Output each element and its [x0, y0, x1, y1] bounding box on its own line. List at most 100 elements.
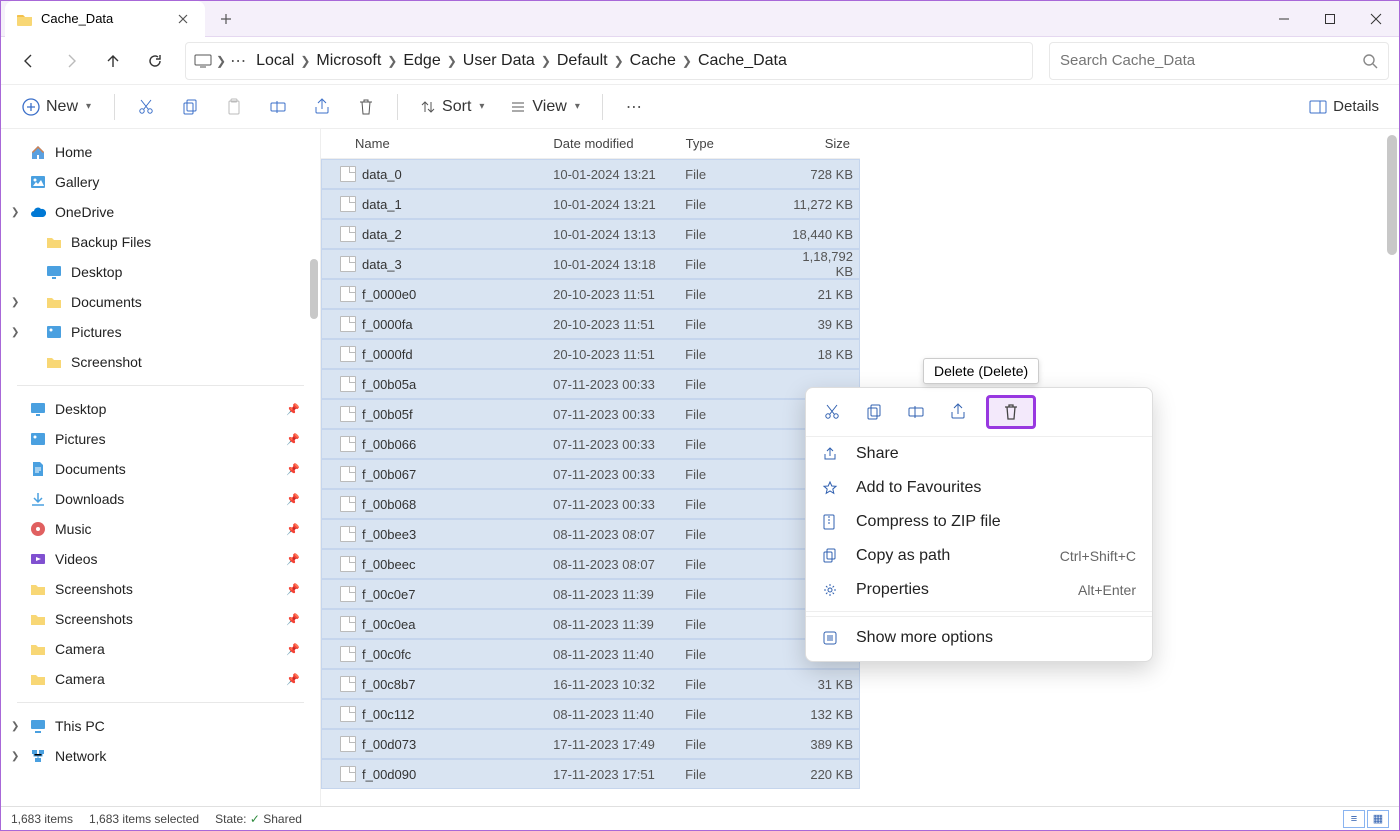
- cm-add-to-favourites[interactable]: Add to Favourites: [806, 471, 1152, 505]
- column-type[interactable]: Type: [686, 136, 784, 151]
- sidebar-item-documents[interactable]: Documents📌: [1, 454, 320, 484]
- file-row[interactable]: f_00c0e708-11-2023 11:39File: [321, 579, 860, 609]
- sidebar-item-desktop[interactable]: Desktop: [1, 257, 320, 287]
- sidebar-item-documents[interactable]: ❯Documents: [1, 287, 320, 317]
- column-date[interactable]: Date modified: [553, 136, 685, 151]
- chevron-right-icon[interactable]: ❯: [216, 54, 226, 68]
- file-row[interactable]: data_010-01-2024 13:21File728 KB: [321, 159, 860, 189]
- sidebar-item-gallery[interactable]: Gallery: [1, 167, 320, 197]
- file-row[interactable]: f_00d09017-11-2023 17:51File220 KB: [321, 759, 860, 789]
- sidebar-item-screenshot[interactable]: Screenshot: [1, 347, 320, 377]
- file-row[interactable]: f_00bee308-11-2023 08:07File: [321, 519, 860, 549]
- cm-rename-button[interactable]: [902, 398, 930, 426]
- search-input[interactable]: [1060, 52, 1362, 69]
- sidebar-item-camera[interactable]: Camera📌: [1, 664, 320, 694]
- delete-button[interactable]: [349, 90, 383, 124]
- new-tab-button[interactable]: [211, 4, 241, 34]
- ellipsis-icon[interactable]: ⋯: [230, 51, 246, 71]
- forward-button[interactable]: [53, 43, 89, 79]
- file-row[interactable]: f_0000fd20-10-2023 11:51File18 KB: [321, 339, 860, 369]
- sort-button[interactable]: Sort ▾: [412, 94, 492, 120]
- file-row[interactable]: f_00b06607-11-2023 00:33File: [321, 429, 860, 459]
- cm-cut-button[interactable]: [818, 398, 846, 426]
- column-name[interactable]: Name: [335, 136, 553, 151]
- cm-copy-as-path[interactable]: Copy as pathCtrl+Shift+C: [806, 539, 1152, 573]
- sidebar-item-backup-files[interactable]: Backup Files: [1, 227, 320, 257]
- sidebar-item-pictures[interactable]: Pictures📌: [1, 424, 320, 454]
- chevron-right-icon[interactable]: ❯: [11, 297, 19, 308]
- file-row[interactable]: f_00c11208-11-2023 11:40File132 KB: [321, 699, 860, 729]
- sidebar-item-this-pc[interactable]: ❯This PC: [1, 711, 320, 741]
- chevron-right-icon[interactable]: ❯: [11, 751, 19, 762]
- file-row[interactable]: data_310-01-2024 13:18File1,18,792 KB: [321, 249, 860, 279]
- file-row[interactable]: data_210-01-2024 13:13File18,440 KB: [321, 219, 860, 249]
- file-list[interactable]: Name Date modified Type Size data_010-01…: [321, 129, 860, 808]
- sidebar-item-videos[interactable]: Videos📌: [1, 544, 320, 574]
- content-scrollbar[interactable]: [1387, 135, 1397, 255]
- cm-properties[interactable]: PropertiesAlt+Enter: [806, 573, 1152, 607]
- chevron-right-icon[interactable]: ❯: [11, 721, 19, 732]
- maximize-button[interactable]: [1307, 1, 1353, 37]
- new-button[interactable]: New ▾: [13, 93, 100, 121]
- cm-show-more-options[interactable]: Show more options: [806, 621, 1152, 655]
- file-row[interactable]: f_00c0ea08-11-2023 11:39File: [321, 609, 860, 639]
- column-headers[interactable]: Name Date modified Type Size: [321, 129, 860, 159]
- file-row[interactable]: f_00b06807-11-2023 00:33File: [321, 489, 860, 519]
- file-row[interactable]: f_0000fa20-10-2023 11:51File39 KB: [321, 309, 860, 339]
- sidebar-item-onedrive[interactable]: ❯OneDrive: [1, 197, 320, 227]
- breadcrumb-edge[interactable]: Edge: [397, 52, 446, 69]
- close-window-button[interactable]: [1353, 1, 1399, 37]
- cm-share[interactable]: Share: [806, 437, 1152, 471]
- file-row[interactable]: f_00d07317-11-2023 17:49File389 KB: [321, 729, 860, 759]
- file-row[interactable]: f_00b06707-11-2023 00:33File: [321, 459, 860, 489]
- sidebar-item-network[interactable]: ❯Network: [1, 741, 320, 771]
- icons-view-toggle[interactable]: ▦: [1367, 810, 1389, 828]
- breadcrumb-bar[interactable]: ❯ ⋯ Local❯Microsoft❯Edge❯User Data❯Defau…: [185, 42, 1033, 80]
- share-button[interactable]: [305, 90, 339, 124]
- sidebar-item-screenshots[interactable]: Screenshots📌: [1, 574, 320, 604]
- chevron-right-icon[interactable]: ❯: [11, 327, 19, 338]
- file-row[interactable]: data_110-01-2024 13:21File11,272 KB: [321, 189, 860, 219]
- sidebar-item-camera[interactable]: Camera📌: [1, 634, 320, 664]
- file-row[interactable]: f_0000e020-10-2023 11:51File21 KB: [321, 279, 860, 309]
- paste-button[interactable]: [217, 90, 251, 124]
- breadcrumb-cache_data[interactable]: Cache_Data: [692, 52, 793, 69]
- sidebar-scrollbar[interactable]: [310, 259, 318, 319]
- sidebar-item-screenshots[interactable]: Screenshots📌: [1, 604, 320, 634]
- file-row[interactable]: f_00b05a07-11-2023 00:33File: [321, 369, 860, 399]
- breadcrumb-default[interactable]: Default: [551, 52, 614, 69]
- tab-close-button[interactable]: [173, 9, 193, 29]
- file-row[interactable]: f_00c8b716-11-2023 10:32File31 KB: [321, 669, 860, 699]
- file-row[interactable]: f_00c0fc08-11-2023 11:40File: [321, 639, 860, 669]
- file-row[interactable]: f_00beec08-11-2023 08:07File: [321, 549, 860, 579]
- refresh-button[interactable]: [137, 43, 173, 79]
- cm-delete-button[interactable]: [986, 395, 1036, 429]
- sidebar-item-pictures[interactable]: ❯Pictures: [1, 317, 320, 347]
- copy-button[interactable]: [173, 90, 207, 124]
- tab-cache-data[interactable]: Cache_Data: [5, 1, 205, 37]
- chevron-right-icon[interactable]: ❯: [11, 207, 19, 218]
- more-button[interactable]: ⋯: [617, 90, 651, 124]
- up-button[interactable]: [95, 43, 131, 79]
- minimize-button[interactable]: [1261, 1, 1307, 37]
- cut-button[interactable]: [129, 90, 163, 124]
- sidebar-item-music[interactable]: Music📌: [1, 514, 320, 544]
- sidebar-item-downloads[interactable]: Downloads📌: [1, 484, 320, 514]
- view-button[interactable]: View ▾: [502, 94, 587, 120]
- breadcrumb-cache[interactable]: Cache: [624, 52, 682, 69]
- back-button[interactable]: [11, 43, 47, 79]
- cm-compress-to-zip-file[interactable]: Compress to ZIP file: [806, 505, 1152, 539]
- details-pane-button[interactable]: Details: [1301, 94, 1387, 119]
- breadcrumb-microsoft[interactable]: Microsoft: [310, 52, 387, 69]
- search-box[interactable]: [1049, 42, 1389, 80]
- breadcrumb-user-data[interactable]: User Data: [457, 52, 541, 69]
- cm-copy-button[interactable]: [860, 398, 888, 426]
- details-view-toggle[interactable]: ≡: [1343, 810, 1365, 828]
- column-size[interactable]: Size: [784, 136, 860, 151]
- breadcrumb-local[interactable]: Local: [250, 52, 300, 69]
- cm-share-button[interactable]: [944, 398, 972, 426]
- sidebar-item-desktop[interactable]: Desktop📌: [1, 394, 320, 424]
- sidebar-item-home[interactable]: Home: [1, 137, 320, 167]
- rename-button[interactable]: [261, 90, 295, 124]
- file-row[interactable]: f_00b05f07-11-2023 00:33File: [321, 399, 860, 429]
